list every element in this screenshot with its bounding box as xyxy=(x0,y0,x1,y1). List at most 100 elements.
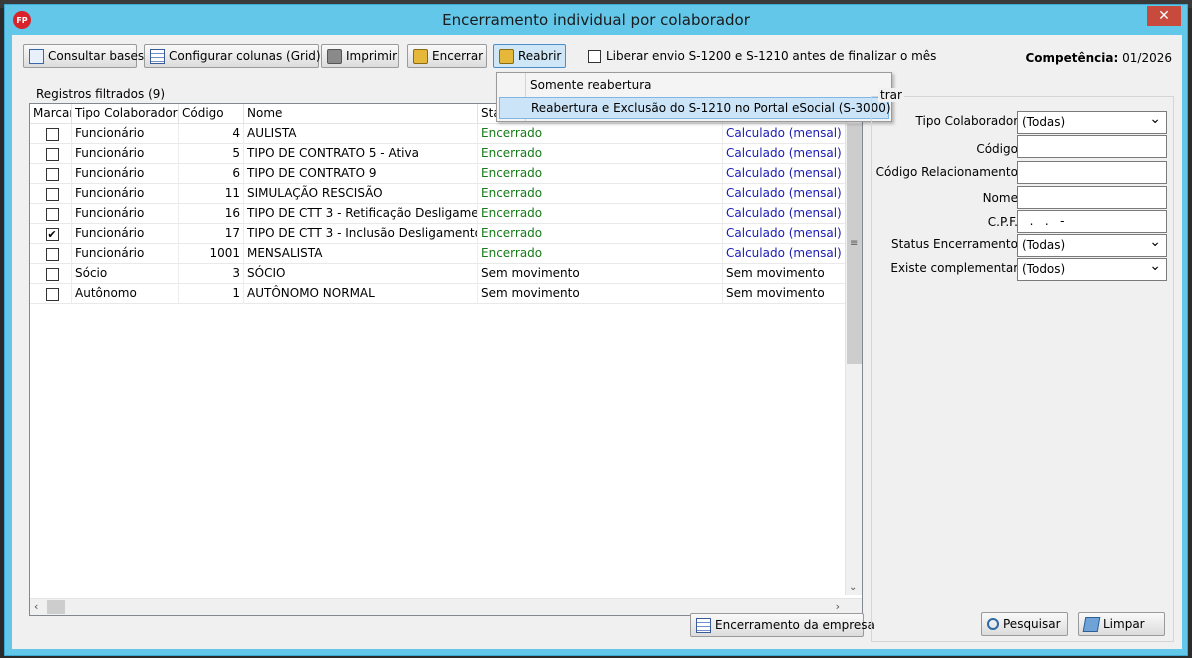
calculo-cell: Calculado (mensal) xyxy=(723,144,847,164)
table-row[interactable]: Funcionário 11 SIMULAÇÃO RESCISÃO Encerrado… xyxy=(30,184,847,204)
header-nome[interactable]: Nome xyxy=(244,104,478,124)
marcar-cell[interactable] xyxy=(30,164,72,184)
calculo-cell: Calculado (mensal) xyxy=(723,124,847,144)
menu-item-somente-reabertura[interactable]: Somente reabertura xyxy=(499,75,889,97)
encerrar-button[interactable]: Encerrar xyxy=(407,44,487,68)
reabrir-button[interactable]: Reabrir xyxy=(493,44,566,68)
horizontal-scroll-thumb[interactable] xyxy=(47,600,65,614)
limpar-button[interactable]: Limpar xyxy=(1078,612,1165,636)
row-checkbox[interactable] xyxy=(45,187,59,201)
table-row[interactable]: Funcionário 1001 MENSALISTA Encerrado Calcul… xyxy=(30,244,847,264)
tipo-colaborador-cell: Autônomo xyxy=(72,284,179,304)
tipo-colaborador-cell: Funcionário xyxy=(72,144,179,164)
consultar-bases-button[interactable]: Consultar bases xyxy=(23,44,144,68)
scroll-right-icon[interactable]: › xyxy=(836,600,840,613)
row-checkbox[interactable] xyxy=(45,167,59,181)
codigo-cell: 4 xyxy=(179,124,244,144)
reabrir-dropdown-menu: Somente reabertura Reabertura e Exclusão… xyxy=(496,72,892,122)
title-bar[interactable]: FP Encerramento individual por colaborad… xyxy=(5,5,1187,35)
table-row[interactable]: Funcionário 16 TIPO DE CTT 3 - Retificação… xyxy=(30,204,847,224)
checkmark-icon: ✔ xyxy=(47,227,57,241)
row-checkbox[interactable] xyxy=(45,247,59,261)
marcar-cell[interactable] xyxy=(30,204,72,224)
calculo-cell: Calculado (mensal) xyxy=(723,184,847,204)
calculo-cell: Sem movimento xyxy=(723,284,847,304)
nome-cell: SIMULAÇÃO RESCISÃO xyxy=(244,184,478,204)
codigo-cell: 17 xyxy=(179,224,244,244)
window-title: Encerramento individual por colaborador xyxy=(442,11,750,29)
competencia-label: Competência: xyxy=(1025,51,1119,65)
colaboradores-grid: Marcar Tipo Colaborador Código Nome Sta … xyxy=(29,103,863,616)
table-row[interactable]: Autônomo 1 AUTÔNOMO NORMAL Sem movimento Sem… xyxy=(30,284,847,304)
row-checkbox[interactable]: ✔ xyxy=(45,227,59,241)
client-area: Consultar bases Configurar colunas (Grid… xyxy=(12,35,1182,649)
scroll-down-icon[interactable]: ⌄ xyxy=(849,582,857,593)
codigo-input[interactable] xyxy=(1017,135,1167,158)
nome-input[interactable] xyxy=(1017,186,1167,209)
status-cell: Encerrado xyxy=(478,184,723,204)
competencia-value: 01/2026 xyxy=(1122,51,1172,65)
row-checkbox[interactable] xyxy=(45,267,59,281)
codigo-relacionamento-label: Código Relacionamento: xyxy=(875,165,1022,179)
row-checkbox[interactable] xyxy=(45,147,59,161)
tipo-colaborador-cell: Funcionário xyxy=(72,244,179,264)
calculo-cell: Calculado (mensal) xyxy=(723,164,847,184)
marcar-cell[interactable] xyxy=(30,284,72,304)
encerrar-label: Encerrar xyxy=(432,49,484,63)
header-marcar[interactable]: Marcar xyxy=(30,104,72,124)
unlock-icon xyxy=(499,48,514,64)
limpar-label: Limpar xyxy=(1103,617,1145,631)
cpf-input[interactable]: . . - xyxy=(1017,210,1167,233)
marcar-cell[interactable] xyxy=(30,124,72,144)
tipo-colaborador-cell: Funcionário xyxy=(72,184,179,204)
nome-cell: AUTÔNOMO NORMAL xyxy=(244,284,478,304)
vertical-scroll-thumb[interactable]: ≡ xyxy=(847,124,862,364)
table-row[interactable]: Funcionário 4 AULISTA Encerrado Calculado (m… xyxy=(30,124,847,144)
pesquisar-button[interactable]: Pesquisar xyxy=(981,612,1068,636)
table-row[interactable]: Funcionário 5 TIPO DE CONTRATO 5 - Ativa En… xyxy=(30,144,847,164)
configurar-colunas-button[interactable]: Configurar colunas (Grid) xyxy=(144,44,321,68)
codigo-relacionamento-input[interactable] xyxy=(1017,161,1167,184)
imprimir-button[interactable]: Imprimir xyxy=(321,44,399,68)
liberar-envio-option[interactable]: Liberar envio S-1200 e S-1210 antes de f… xyxy=(588,49,936,63)
liberar-envio-checkbox[interactable] xyxy=(588,49,601,63)
calculo-cell: Calculado (mensal) xyxy=(723,204,847,224)
marcar-cell[interactable] xyxy=(30,264,72,284)
vertical-scrollbar[interactable]: ≡ ⌄ xyxy=(845,124,862,595)
row-checkbox[interactable] xyxy=(45,287,59,301)
calculo-cell: Calculado (mensal) xyxy=(723,224,847,244)
codigo-cell: 6 xyxy=(179,164,244,184)
header-codigo[interactable]: Código xyxy=(179,104,244,124)
table-row[interactable]: Sócio 3 SÓCIO Sem movimento Sem movimento xyxy=(30,264,847,284)
nome-cell: MENSALISTA xyxy=(244,244,478,264)
nome-cell: TIPO DE CTT 3 - Inclusão Desligamento xyxy=(244,224,478,244)
tipo-colaborador-select[interactable]: (Todas) xyxy=(1017,109,1167,134)
marcar-cell[interactable]: ✔ xyxy=(30,224,72,244)
codigo-cell: 5 xyxy=(179,144,244,164)
menu-item-reabertura-exclusao[interactable]: Reabertura e Exclusão do S-1210 no Porta… xyxy=(499,97,891,119)
status-encerramento-select[interactable]: (Todas) xyxy=(1017,232,1167,257)
status-cell: Encerrado xyxy=(478,164,723,184)
encerramento-empresa-button[interactable]: Encerramento da empresa xyxy=(690,613,875,637)
document-icon xyxy=(29,48,44,64)
row-checkbox[interactable] xyxy=(45,127,59,141)
imprimir-label: Imprimir xyxy=(346,49,398,63)
existe-complementar-label: Existe complementar: xyxy=(890,261,1022,275)
table-row[interactable]: ✔ Funcionário 17 TIPO DE CTT 3 - Inclusão D… xyxy=(30,224,847,244)
consultar-bases-label: Consultar bases xyxy=(48,49,145,63)
scroll-left-icon[interactable]: ‹ xyxy=(34,600,38,613)
table-row[interactable]: Funcionário 6 TIPO DE CONTRATO 9 Encerrado C… xyxy=(30,164,847,184)
existe-complementar-select[interactable]: (Todos) xyxy=(1017,256,1167,281)
nome-cell: TIPO DE CONTRATO 9 xyxy=(244,164,478,184)
lock-icon xyxy=(413,48,428,64)
marcar-cell[interactable] xyxy=(30,144,72,164)
marcar-cell[interactable] xyxy=(30,244,72,264)
calculo-cell: Sem movimento xyxy=(723,264,847,284)
header-tipo-colaborador[interactable]: Tipo Colaborador xyxy=(72,104,179,124)
marcar-cell[interactable] xyxy=(30,184,72,204)
close-button[interactable]: ✕ xyxy=(1147,6,1181,26)
row-checkbox[interactable] xyxy=(45,207,59,221)
window-icon xyxy=(696,617,711,633)
tipo-colaborador-cell: Funcionário xyxy=(72,124,179,144)
reabrir-label: Reabrir xyxy=(518,49,562,63)
